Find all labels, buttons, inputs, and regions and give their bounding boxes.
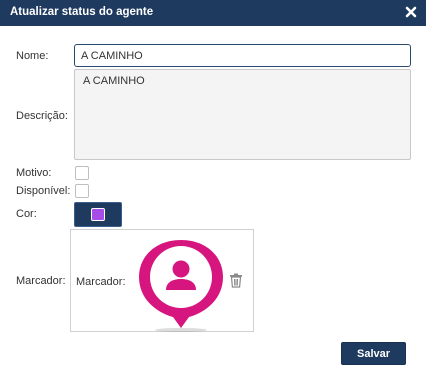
descricao-textarea[interactable]: A CAMINHO (74, 69, 411, 160)
marcador-label: Marcador: (16, 275, 66, 287)
map-pin-person-icon (133, 236, 229, 335)
disponivel-checkbox[interactable] (75, 184, 89, 198)
close-icon[interactable] (404, 5, 418, 19)
marker-inner-label: Marcador: (76, 276, 126, 288)
nome-label: Nome: (16, 50, 49, 62)
trash-icon[interactable] (229, 273, 243, 291)
disponivel-label: Disponível: (16, 185, 71, 197)
marker-preview-box: Marcador: (70, 229, 254, 332)
motivo-label: Motivo: (16, 167, 52, 179)
color-swatch (91, 208, 105, 221)
save-button[interactable]: Salvar (341, 342, 406, 365)
motivo-checkbox[interactable] (75, 166, 89, 180)
color-picker-button[interactable] (74, 202, 122, 227)
dialog-header: Atualizar status do agente (0, 0, 426, 26)
nome-input[interactable] (74, 44, 411, 67)
dialog-title: Atualizar status do agente (10, 6, 154, 18)
descricao-label: Descrição: (16, 110, 68, 122)
cor-label: Cor: (16, 208, 37, 220)
